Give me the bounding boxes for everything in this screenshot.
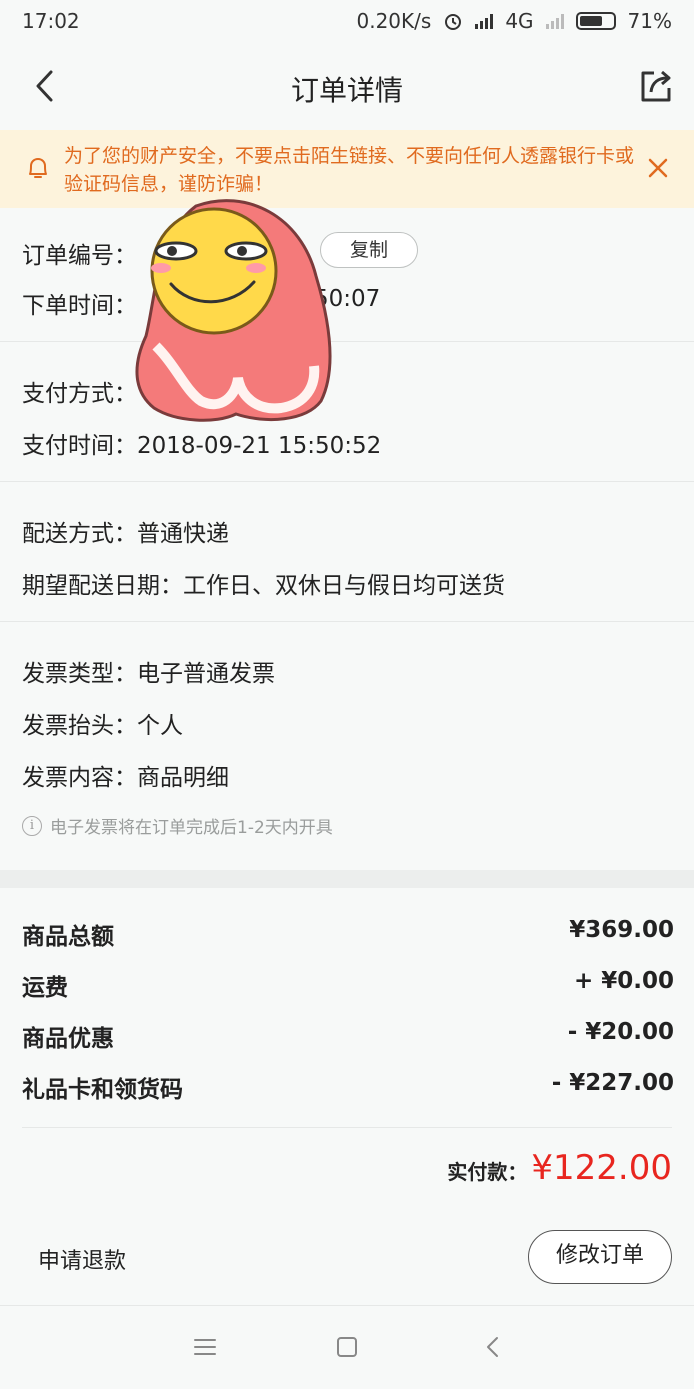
home-icon[interactable] [332, 1332, 362, 1362]
payment-method-row: 支付方式： [22, 374, 137, 408]
total-value: ¥122.00 [531, 1148, 672, 1188]
invoice-title-row: 发票抬头：个人 [22, 706, 183, 740]
invoice-type-value: 电子普通发票 [137, 661, 275, 687]
invoice-title-label: 发票抬头： [22, 713, 137, 739]
warning-text: 为了您的财产安全，不要点击陌生链接、不要向任何人透露银行卡或验证码信息，谨防诈骗… [64, 145, 635, 195]
total-label: 实付款： [447, 1160, 528, 1184]
delivery-date-label: 期望配送日期： [22, 573, 183, 599]
emoji-sticker-image [135, 199, 332, 422]
amount-value: ¥369.00 [569, 917, 674, 943]
invoice-content-value: 商品明细 [137, 765, 229, 791]
invoice-type-row: 发票类型：电子普通发票 [22, 654, 275, 688]
menu-icon[interactable] [190, 1332, 220, 1362]
invoice-note: i 电子发票将在订单完成后1-2天内开具 [22, 813, 333, 838]
share-button[interactable] [634, 64, 678, 108]
delivery-date-value: 工作日、双休日与假日均可送货 [183, 573, 505, 599]
divider [22, 1127, 672, 1128]
amount-value: - ¥20.00 [567, 1019, 674, 1045]
amount-row: 礼品卡和领货码 - ¥227.00 [22, 1070, 674, 1104]
copy-button[interactable]: 复制 [320, 232, 418, 268]
page-title: 订单详情 [290, 74, 403, 107]
order-time-label: 下单时间： [22, 293, 137, 319]
alarm-icon [445, 14, 462, 30]
order-number-label: 订单编号： [22, 243, 137, 269]
amount-value: + ¥0.00 [573, 968, 674, 994]
delivery-method-label: 配送方式： [22, 521, 137, 547]
status-indicators: 0.20K/s 4G 71% [357, 9, 673, 33]
invoice-note-text: 电子发票将在订单完成后1-2天内开具 [50, 818, 333, 838]
payment-method-label: 支付方式： [22, 381, 137, 407]
info-icon: i [22, 815, 42, 836]
nav-bar: 订单详情 [0, 44, 694, 130]
order-time-row: 下单时间： 50:07 [22, 286, 380, 320]
refund-button[interactable]: 申请退款 [38, 1243, 126, 1275]
amount-label: 礼品卡和领货码 [22, 1077, 183, 1103]
status-time: 17:02 [22, 9, 80, 33]
divider [0, 621, 694, 622]
share-icon [641, 70, 671, 102]
amount-value: - ¥227.00 [551, 1070, 674, 1096]
amount-row: 商品总额 ¥369.00 [22, 917, 674, 951]
amount-label: 商品总额 [22, 924, 114, 950]
battery-icon [575, 12, 616, 30]
battery-percent: 71% [627, 9, 672, 33]
system-nav-bar [0, 1305, 694, 1389]
amount-row: 运费 + ¥0.00 [22, 968, 674, 1002]
network-type: 4G [505, 9, 534, 33]
network-speed: 0.20K/s [356, 9, 432, 33]
amount-label: 商品优惠 [22, 1026, 114, 1052]
security-warning-banner: 为了您的财产安全，不要点击陌生链接、不要向任何人透露银行卡或验证码信息，谨防诈骗… [0, 130, 694, 208]
payment-time-row: 支付时间：2018-09-21 15:50:52 [22, 426, 381, 460]
invoice-title-value: 个人 [137, 713, 183, 739]
hd-signal-icon [475, 13, 494, 29]
order-time-value: 50:07 [314, 286, 381, 312]
payment-time-label: 支付时间： [22, 433, 137, 459]
invoice-type-label: 发票类型： [22, 661, 137, 687]
section-separator [0, 870, 694, 888]
delivery-method-row: 配送方式：普通快递 [22, 514, 229, 548]
order-detail-page: 17:02 0.20K/s 4G 71% 订单详情 为了您的财产安全，不要点击陌… [0, 0, 694, 1389]
close-icon[interactable] [646, 156, 670, 180]
total-paid: 实付款： ¥122.00 [447, 1148, 672, 1188]
status-bar: 17:02 0.20K/s 4G 71% [0, 0, 694, 44]
back-nav-icon[interactable] [478, 1332, 508, 1362]
order-number-row: 订单编号： [22, 236, 137, 270]
divider [0, 481, 694, 482]
delivery-date-row: 期望配送日期：工作日、双休日与假日均可送货 [22, 566, 505, 600]
delivery-method-value: 普通快递 [137, 521, 229, 547]
amount-label: 运费 [22, 975, 68, 1001]
modify-order-button[interactable]: 修改订单 [528, 1230, 672, 1284]
payment-time-value: 2018-09-21 15:50:52 [137, 433, 382, 459]
invoice-content-row: 发票内容：商品明细 [22, 758, 229, 792]
bell-icon [29, 158, 47, 178]
invoice-content-label: 发票内容： [22, 765, 137, 791]
amount-row: 商品优惠 - ¥20.00 [22, 1019, 674, 1053]
divider [0, 341, 694, 342]
signal-weak-icon [545, 13, 564, 29]
